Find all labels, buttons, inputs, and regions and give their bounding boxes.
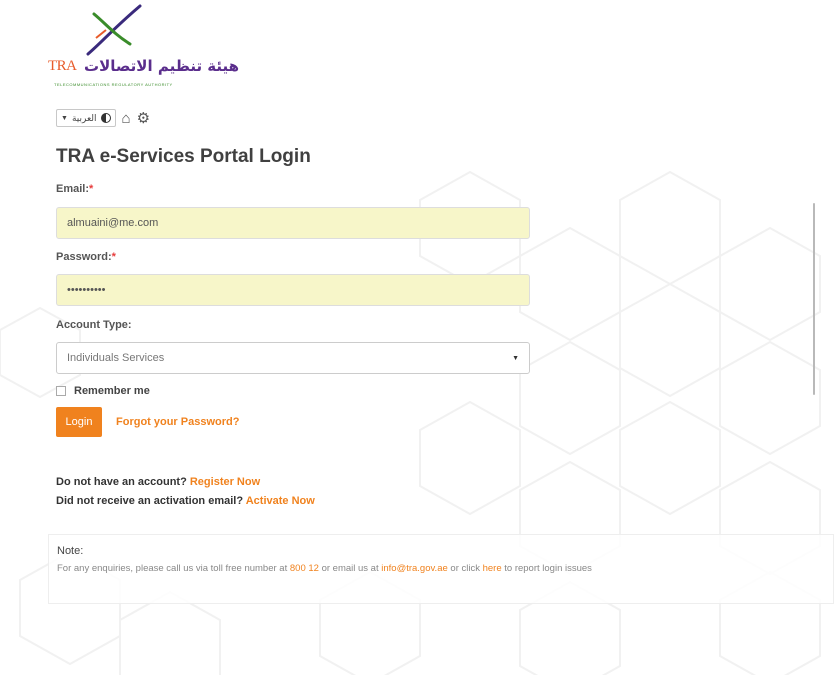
activate-now-link[interactable]: Activate Now xyxy=(246,495,315,507)
note-text-part: For any enquiries, please call us via to… xyxy=(57,563,288,574)
chevron-down-icon: ▼ xyxy=(512,354,519,362)
remember-me-checkbox[interactable] xyxy=(56,386,66,396)
account-links: Do not have an account? Register Now Did… xyxy=(56,473,315,511)
note-text-part: or email us at xyxy=(321,563,379,574)
password-label: Password:* xyxy=(56,251,530,263)
required-marker: * xyxy=(111,251,116,263)
login-actions: Login Forgot your Password? xyxy=(56,407,530,437)
login-page: TRA هيئة تنظيم الاتصالات TELECOMMUNICATI… xyxy=(0,0,840,675)
utility-toolbar: ▼ العربية ⌂ ⚙ xyxy=(56,108,150,128)
no-account-text: Do not have an account? xyxy=(56,476,187,488)
home-icon[interactable]: ⌂ xyxy=(122,111,131,126)
note-text-part: to report login issues xyxy=(504,563,592,574)
account-type-select[interactable]: Individuals Services ▼ xyxy=(56,342,530,374)
logo-arabic-name: هيئة تنظيم الاتصالات xyxy=(84,57,240,75)
chevron-down-icon: ▼ xyxy=(61,114,68,122)
note-title: Note: xyxy=(57,545,84,557)
settings-gear-icon[interactable]: ⚙ xyxy=(137,111,150,126)
page-title: TRA e-Services Portal Login xyxy=(56,146,311,167)
register-line: Do not have an account? Register Now xyxy=(56,473,315,492)
remember-me-row: Remember me xyxy=(56,385,530,397)
password-field[interactable]: •••••••••• xyxy=(56,274,530,306)
logo-abbreviation: TRA xyxy=(48,58,77,74)
note-text-part: or click xyxy=(450,563,480,574)
required-marker: * xyxy=(89,183,94,195)
language-select-value: العربية xyxy=(71,112,97,123)
login-form: Email:* almuaini@me.com Password:* •••••… xyxy=(56,183,530,437)
email-label-text: Email: xyxy=(56,183,90,195)
logo-english-name: TELECOMMUNICATIONS REGULATORY AUTHORITY xyxy=(54,82,173,87)
toll-free-number[interactable]: 800 12 xyxy=(290,563,319,574)
vertical-scrollbar[interactable] xyxy=(813,203,815,395)
account-type-label: Account Type: xyxy=(56,319,132,331)
tra-logo[interactable]: TRA هيئة تنظيم الاتصالات TELECOMMUNICATI… xyxy=(48,4,248,96)
language-select[interactable]: ▼ العربية xyxy=(56,109,116,127)
support-email-link[interactable]: info@tra.gov.ae xyxy=(381,563,448,574)
note-panel: Note: For any enquiries, please call us … xyxy=(48,534,834,604)
activation-line: Did not receive an activation email? Act… xyxy=(56,492,315,511)
password-label-text: Password: xyxy=(56,251,112,263)
report-issue-link[interactable]: here xyxy=(483,563,502,574)
login-button[interactable]: Login xyxy=(56,407,102,437)
tra-logo-mark-icon xyxy=(86,4,142,56)
no-activation-text: Did not receive an activation email? xyxy=(56,495,244,507)
note-text: For any enquiries, please call us via to… xyxy=(57,563,825,574)
email-label: Email:* xyxy=(56,183,530,195)
account-type-value: Individuals Services xyxy=(67,352,165,364)
email-field[interactable]: almuaini@me.com xyxy=(56,207,530,239)
contrast-icon[interactable] xyxy=(100,113,111,123)
remember-me-label: Remember me xyxy=(74,385,150,397)
register-now-link[interactable]: Register Now xyxy=(190,476,260,488)
forgot-password-link[interactable]: Forgot your Password? xyxy=(116,416,239,428)
